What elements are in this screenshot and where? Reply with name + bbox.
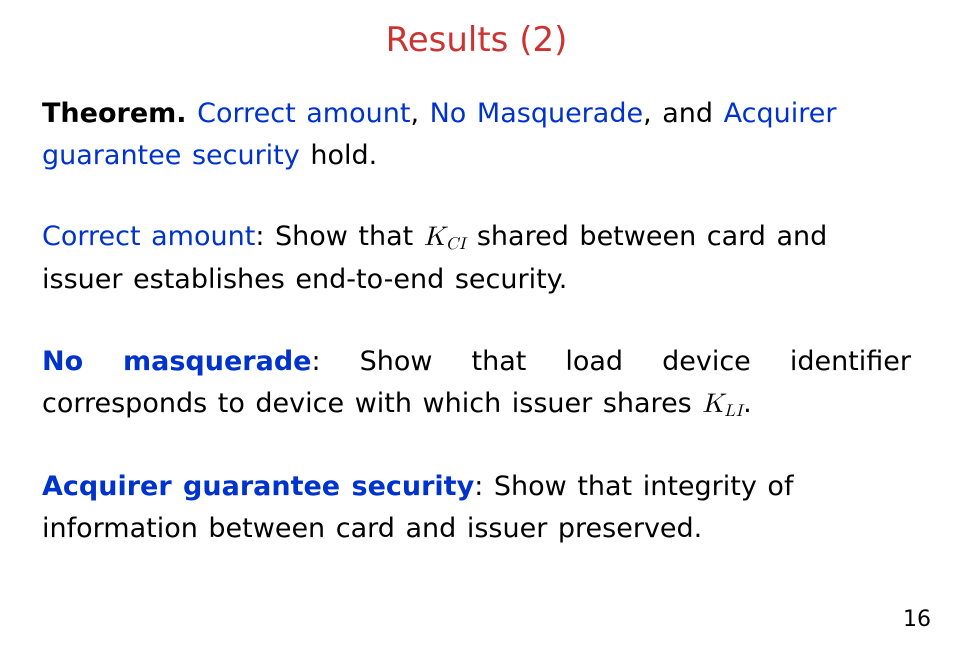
no-masquerade-paragraph: No masquerade: Show that load device ide… — [42, 341, 911, 426]
theorem-sep-2: , and — [643, 98, 724, 129]
page-number: 16 — [903, 607, 931, 632]
kli-subscript: LI — [723, 403, 743, 420]
kci-subscript: CI — [445, 236, 466, 253]
acquirer-label: Acquirer guarantee security — [42, 471, 474, 502]
no-masquerade-after: . — [743, 388, 752, 419]
correct-amount-label: Correct amount — [42, 221, 255, 252]
theorem-paragraph: Theorem. Correct amount, No Masquerade, … — [42, 93, 911, 177]
correct-amount-before: : Show that — [255, 221, 424, 252]
theorem-prop-no-masquerade: No Masquerade — [430, 98, 643, 129]
kli-symbol: K — [702, 391, 723, 418]
kci-symbol: K — [424, 224, 445, 251]
slide: Results (2) Theorem. Correct amount, No … — [0, 0, 959, 650]
slide-title: Results (2) — [42, 20, 911, 61]
theorem-sep-1: , — [410, 98, 429, 129]
theorem-tail: hold. — [300, 140, 377, 171]
acquirer-paragraph: Acquirer guarantee security: Show that i… — [42, 466, 911, 550]
theorem-label: Theorem. — [42, 98, 187, 129]
no-masquerade-label: No masquerade — [42, 346, 311, 377]
correct-amount-paragraph: Correct amount: Show that KCI shared bet… — [42, 216, 911, 301]
theorem-prop-correct-amount: Correct amount — [197, 98, 410, 129]
